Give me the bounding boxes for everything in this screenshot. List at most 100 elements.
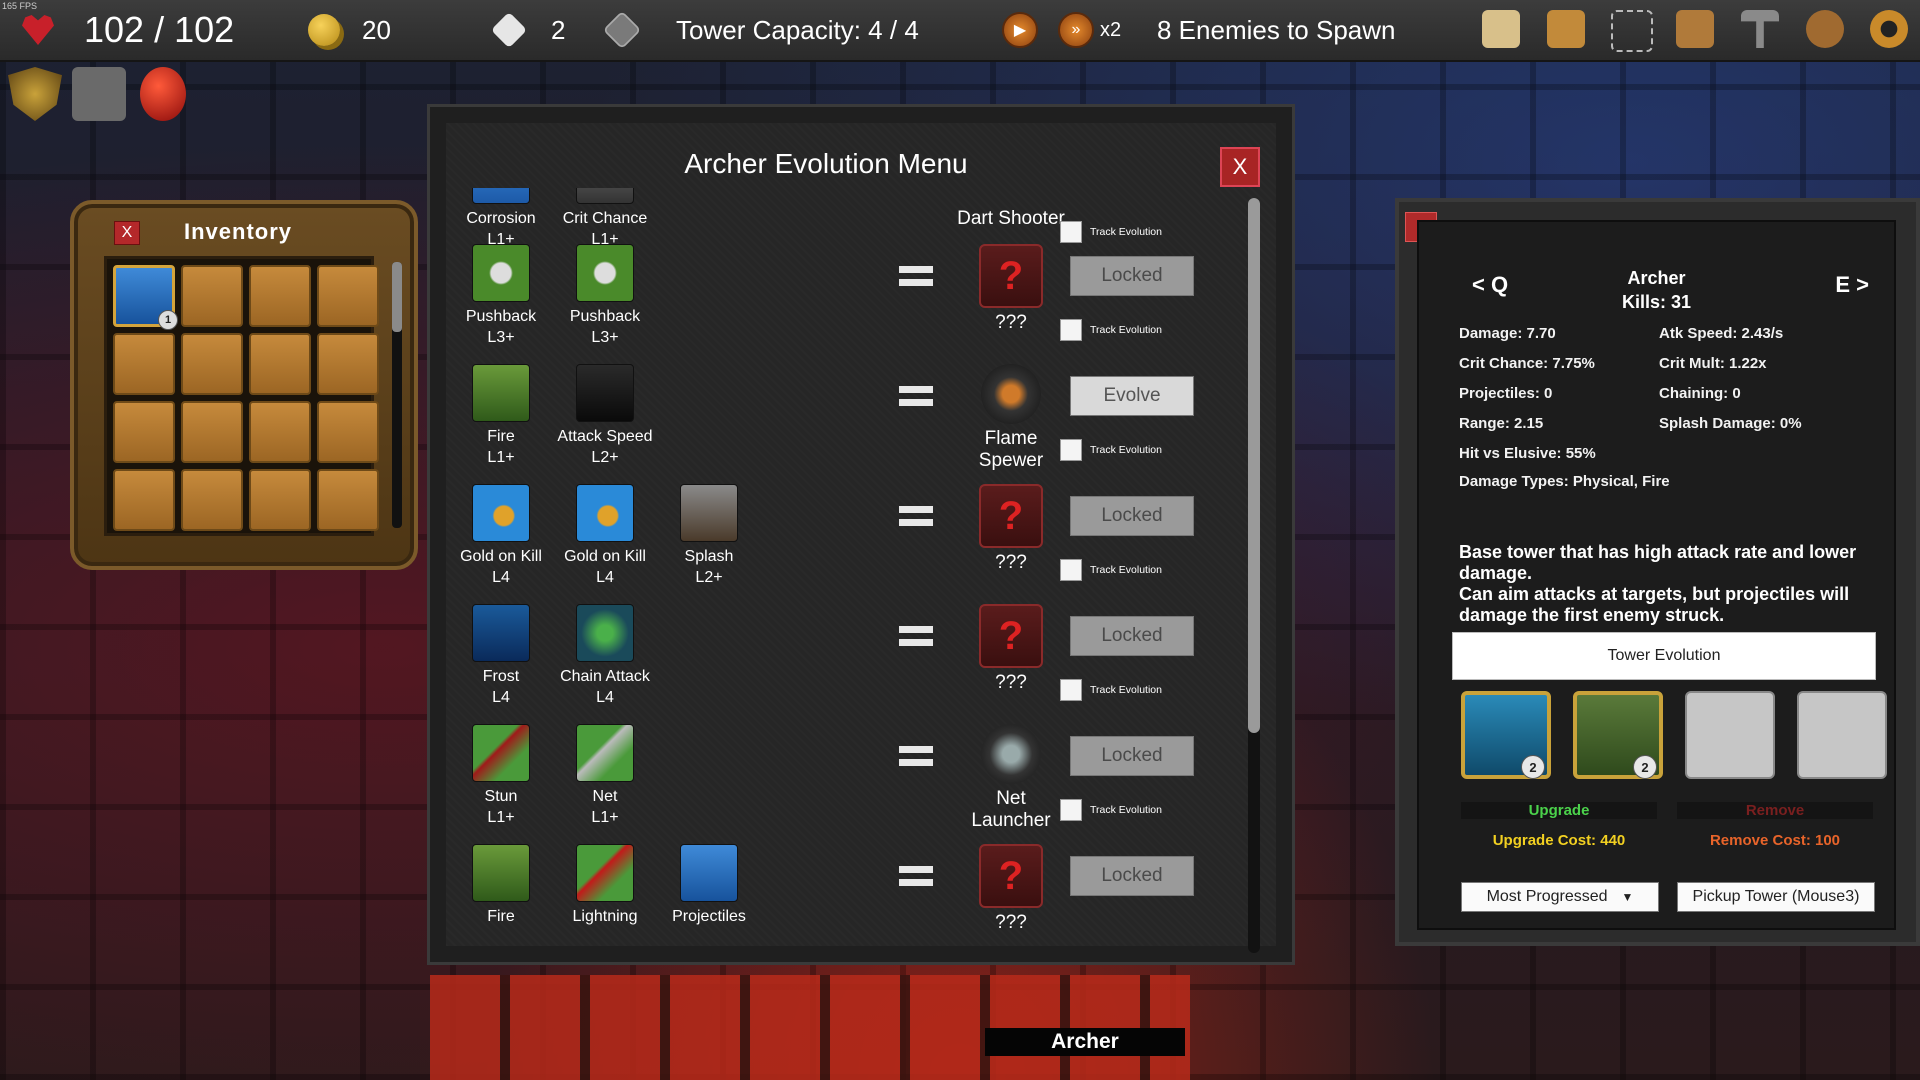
- tower-evolution-button[interactable]: Tower Evolution: [1452, 632, 1876, 680]
- ingredient-name: Net: [592, 788, 618, 805]
- inventory-slot[interactable]: [181, 401, 243, 463]
- evolution-menu-close-button[interactable]: X: [1220, 147, 1260, 187]
- tower-kills: Kills: 31: [1621, 292, 1692, 312]
- red-orb-icon[interactable]: [140, 67, 186, 121]
- inventory-slot[interactable]: [113, 333, 175, 395]
- inventory-slot[interactable]: [317, 401, 379, 463]
- dna-icon[interactable]: [1611, 10, 1653, 52]
- stun-icon: [472, 724, 530, 782]
- inventory-slot[interactable]: [113, 469, 175, 531]
- result-name: Dart Shooter: [957, 208, 1065, 229]
- ingredient: Gold on Kill L4: [550, 484, 660, 588]
- play-button[interactable]: ▶: [1002, 12, 1038, 48]
- pickup-tower-button[interactable]: Pickup Tower (Mouse3): [1677, 882, 1875, 912]
- gear-icon[interactable]: [1870, 10, 1908, 48]
- track-evolution-toggle[interactable]: Track Evolution: [1060, 319, 1162, 341]
- stat-splash-damage: Splash Damage: 0%: [1659, 415, 1802, 432]
- track-evolution-toggle[interactable]: Track Evolution: [1060, 221, 1162, 243]
- inventory-title: Inventory: [184, 219, 293, 244]
- enemies-to-spawn: 8 Enemies to Spawn: [1157, 14, 1396, 45]
- inventory-slot[interactable]: [181, 265, 243, 327]
- track-evolution-toggle[interactable]: Track Evolution: [1060, 679, 1162, 701]
- modifier-count-badge: 2: [1521, 755, 1545, 779]
- inventory-slot[interactable]: [249, 333, 311, 395]
- equals-sign: [899, 188, 933, 192]
- dice-value: 2: [551, 14, 566, 45]
- speed-multiplier: x2: [1100, 18, 1122, 41]
- recipe-action-button[interactable]: Locked: [1070, 856, 1194, 896]
- ingredient-level: L4: [596, 689, 614, 706]
- unknown-result-icon: ?: [979, 484, 1043, 548]
- tower-header: Archer Kills: 31: [1419, 266, 1894, 314]
- ingredient-name: Splash: [684, 548, 734, 565]
- track-checkbox[interactable]: [1060, 221, 1082, 243]
- unknown-result-icon: ?: [979, 244, 1043, 308]
- hammer-icon[interactable]: [1741, 10, 1779, 48]
- inventory-close-button[interactable]: X: [114, 221, 140, 245]
- splash-bucket-icon: [680, 484, 738, 542]
- inventory-scrollbar[interactable]: [392, 262, 402, 528]
- modifier-slot-2[interactable]: 2: [1573, 691, 1663, 779]
- equals-sign: [899, 864, 933, 890]
- ingredient: Splash L2+: [654, 484, 764, 588]
- inventory-slot[interactable]: [181, 469, 243, 531]
- ingredient-level: L1+: [487, 809, 515, 826]
- projectiles-icon: [680, 844, 738, 902]
- ingredient-level: L4: [492, 569, 510, 586]
- inventory-slot[interactable]: [249, 469, 311, 531]
- map-book-icon[interactable]: [1547, 10, 1585, 48]
- track-label: Track Evolution: [1090, 444, 1162, 456]
- modifier-slot-3[interactable]: [1685, 691, 1775, 779]
- track-evolution-toggle[interactable]: Track Evolution: [1060, 439, 1162, 461]
- modifier-slot-1[interactable]: 2: [1461, 691, 1551, 779]
- recipe-row: Fire Lightning Projectiles ? ??? Locked: [446, 844, 1246, 948]
- inventory-slot[interactable]: [181, 333, 243, 395]
- targeting-dropdown[interactable]: Most Progressed ▼: [1461, 882, 1659, 912]
- grid-tile-icon[interactable]: [72, 67, 126, 121]
- inventory-scroll-thumb[interactable]: [392, 262, 402, 332]
- fast-forward-button[interactable]: »: [1058, 12, 1094, 48]
- health-value: 102 / 102: [84, 9, 235, 50]
- inventory-slot[interactable]: [249, 401, 311, 463]
- track-checkbox[interactable]: [1060, 319, 1082, 341]
- remove-button[interactable]: Remove: [1677, 802, 1873, 819]
- ingredient-name: Chain Attack: [560, 668, 650, 685]
- track-checkbox[interactable]: [1060, 799, 1082, 821]
- inventory-slot[interactable]: [317, 469, 379, 531]
- track-evolution-toggle[interactable]: Track Evolution: [1060, 799, 1162, 821]
- inventory-slot[interactable]: [113, 401, 175, 463]
- ingredient-name: Frost: [482, 668, 520, 685]
- remove-cost: Remove Cost: 100: [1709, 832, 1841, 849]
- recipe-action-button[interactable]: Locked: [1070, 496, 1194, 536]
- upgrade-cost: Upgrade Cost: 440: [1492, 832, 1626, 849]
- recipe-result: ? ???: [956, 844, 1066, 934]
- recipe-action-button[interactable]: Locked: [1070, 736, 1194, 776]
- bag-icon[interactable]: [1806, 10, 1844, 48]
- evolution-scrollbar[interactable]: [1248, 198, 1260, 953]
- ingredient-name: Projectiles: [672, 908, 746, 925]
- recipe-action-button[interactable]: Locked: [1070, 616, 1194, 656]
- evolve-button[interactable]: Evolve: [1070, 376, 1194, 416]
- result-name: ???: [995, 912, 1027, 933]
- slot-count-badge: 1: [158, 310, 178, 330]
- inventory-slot[interactable]: [249, 265, 311, 327]
- treasure-map-icon[interactable]: [1676, 10, 1714, 48]
- flame-spewer-icon: [981, 364, 1041, 424]
- track-checkbox[interactable]: [1060, 679, 1082, 701]
- upgrade-button[interactable]: Upgrade: [1461, 802, 1657, 819]
- targeting-value: Most Progressed: [1486, 888, 1608, 905]
- ingredient: Corrosion L1+: [446, 188, 556, 250]
- recipe-action-button[interactable]: Locked: [1070, 256, 1194, 296]
- evolution-scroll-thumb[interactable]: [1248, 198, 1260, 733]
- inventory-slot[interactable]: [317, 265, 379, 327]
- ingredient: Fire L1+: [446, 364, 556, 468]
- inventory-slot[interactable]: [317, 333, 379, 395]
- track-evolution-toggle[interactable]: Track Evolution: [1060, 559, 1162, 581]
- track-checkbox[interactable]: [1060, 559, 1082, 581]
- track-checkbox[interactable]: [1060, 439, 1082, 461]
- evolution-menu: Archer Evolution Menu X Corrosion L1+ Cr…: [430, 107, 1292, 962]
- scroll-icon[interactable]: [1482, 10, 1520, 48]
- modifier-slot-4[interactable]: [1797, 691, 1887, 779]
- track-label: Track Evolution: [1090, 684, 1162, 696]
- inventory-slot-archer[interactable]: 1: [113, 265, 178, 330]
